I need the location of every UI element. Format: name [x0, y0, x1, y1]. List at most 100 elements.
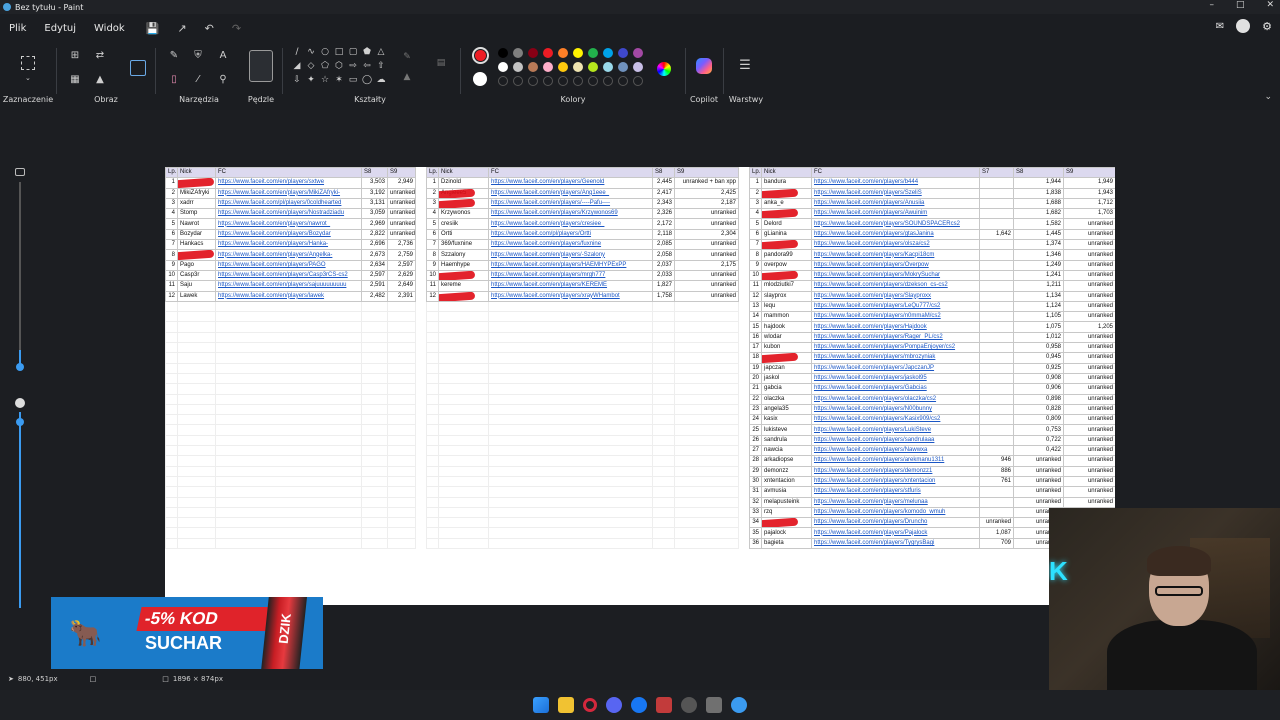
custom-color-slot[interactable] — [498, 76, 508, 86]
cell-fc[interactable]: https://www.faceit.com/en/players/n0mmaM… — [811, 311, 980, 323]
cell-fc[interactable]: https://www.faceit.com/en/players/Nawwxa — [811, 445, 980, 457]
cell-fc[interactable]: https://www.faceit.com/en/players/xntent… — [811, 475, 980, 488]
color-swatch[interactable] — [603, 62, 613, 72]
cell-fc[interactable]: https://www.faceit.com/en/players/N00bun… — [811, 403, 980, 416]
settings-gear-icon[interactable]: ⚙ — [1262, 20, 1272, 33]
cell-fc[interactable]: https://www.faceit.com/en/players/Nostra… — [215, 208, 362, 220]
color-swatch[interactable] — [573, 48, 583, 58]
cell-fc[interactable]: https://www.faceit.com/en/players/komodo… — [811, 506, 980, 519]
cell-fc[interactable]: https://www.faceit.com/en/players/Rager_… — [811, 331, 980, 344]
cell-fc[interactable]: https://www.faceit.com/en/players/Krzywo… — [488, 208, 653, 220]
cell-fc[interactable]: https://www.faceit.com/en/players/SzeliS — [811, 187, 980, 199]
cell-fc[interactable]: https://www.faceit.com/en/players/b444 — [811, 177, 980, 189]
save-icon[interactable]: 💾 — [140, 22, 166, 35]
callout-cloud-shape-icon[interactable]: ☁ — [376, 75, 386, 85]
menu-file[interactable]: Plik — [0, 23, 35, 34]
curve-shape-icon[interactable]: ∿ — [306, 47, 316, 57]
facebook-icon[interactable] — [631, 697, 647, 713]
custom-color-slot[interactable] — [633, 76, 643, 86]
secondary-color-swatch[interactable] — [473, 72, 487, 86]
cell-fc[interactable]: https://www.faceit.com/en/players/Anusii… — [811, 197, 980, 210]
color-swatch[interactable] — [513, 48, 523, 58]
opera-icon[interactable] — [583, 698, 597, 712]
text-icon[interactable]: A — [217, 50, 229, 62]
pentagon-shape-icon[interactable]: ⬠ — [320, 61, 330, 71]
cell-fc[interactable]: https://www.faceit.com/en/players/Gabcia… — [811, 383, 980, 395]
brush-icon[interactable] — [249, 50, 273, 82]
copilot-icon[interactable] — [696, 58, 712, 74]
color-swatch[interactable] — [618, 48, 628, 58]
custom-color-slot[interactable] — [588, 76, 598, 86]
file-explorer-icon[interactable] — [558, 697, 574, 713]
discord-icon[interactable] — [606, 697, 622, 713]
callout-oval-shape-icon[interactable]: ◯ — [362, 75, 372, 85]
rectangle-shape-icon[interactable]: □ — [334, 47, 344, 57]
opacity-slider-thumb[interactable] — [16, 418, 24, 426]
color-picker-icon[interactable]: ⁄ — [192, 74, 204, 86]
color-swatch[interactable] — [513, 62, 523, 72]
magnifier-icon[interactable]: ⚲ — [217, 74, 229, 86]
custom-color-slot[interactable] — [513, 76, 523, 86]
color-swatch[interactable] — [543, 48, 553, 58]
size-slider-track[interactable] — [19, 182, 21, 368]
star6-shape-icon[interactable]: ✶ — [334, 75, 344, 85]
color-swatch[interactable] — [528, 48, 538, 58]
rotate-icon[interactable]: ▲ — [94, 74, 106, 86]
opacity-slider-track[interactable] — [19, 412, 21, 608]
cell-fc[interactable]: https://www.faceit.com/en/players/Ang1ee… — [488, 187, 653, 199]
cell-fc[interactable]: https://www.faceit.com/en/players/dzekso… — [811, 280, 980, 292]
color-swatch[interactable] — [603, 48, 613, 58]
triangle-shape-icon[interactable]: △ — [376, 47, 386, 57]
redo-icon[interactable]: ↷ — [226, 22, 247, 35]
arrow-left-shape-icon[interactable]: ⇦ — [362, 61, 372, 71]
cell-fc[interactable]: https://www.faceit.com/en/players/LeQu77… — [811, 300, 980, 313]
feedback-icon[interactable]: ✉ — [1216, 21, 1224, 32]
diamond-shape-icon[interactable]: ◇ — [306, 61, 316, 71]
edit-colors-icon[interactable] — [657, 62, 671, 76]
oval-shape-icon[interactable]: ○ — [320, 47, 330, 57]
maximize-icon[interactable]: □ — [1236, 0, 1245, 10]
color-swatch[interactable] — [558, 48, 568, 58]
cell-fc[interactable]: https://www.faceit.com/en/players/Casp3r… — [215, 269, 362, 282]
color-swatch[interactable] — [618, 62, 628, 72]
obs-icon[interactable] — [681, 697, 697, 713]
cell-fc[interactable]: https://www.faceit.com/en/players/cresie… — [488, 218, 653, 230]
cell-fc[interactable]: https://www.faceit.com/en/players/arekma… — [811, 455, 980, 467]
pencil-icon[interactable]: ✎ — [168, 50, 180, 62]
color-swatch[interactable] — [528, 62, 538, 72]
cell-fc[interactable]: https://www.faceit.com/en/players/Overpo… — [811, 259, 980, 271]
layers-icon[interactable]: ☰ — [739, 59, 751, 72]
star5-shape-icon[interactable]: ☆ — [320, 75, 330, 85]
paint-taskbar-icon[interactable] — [731, 697, 747, 713]
menu-view[interactable]: Widok — [85, 23, 134, 34]
cell-fc[interactable]: https://www.faceit.com/en/players/sandru… — [811, 434, 980, 447]
size-slider-thumb[interactable] — [16, 363, 24, 371]
fill-bucket-icon[interactable]: ⛨ — [192, 50, 204, 62]
color-swatch[interactable] — [558, 62, 568, 72]
star4-shape-icon[interactable]: ✦ — [306, 75, 316, 85]
shield-icon[interactable] — [656, 697, 672, 713]
cell-fc[interactable]: https://www.faceit.com/en/players/PompaE… — [811, 342, 980, 354]
right-triangle-shape-icon[interactable]: ◢ — [292, 61, 302, 71]
custom-color-slot[interactable] — [558, 76, 568, 86]
cell-fc[interactable]: https://www.faceit.com/en/players/olaczk… — [811, 393, 980, 405]
cell-fc[interactable]: https://www.faceit.com/en/players/Pajalo… — [811, 527, 980, 539]
resize-icon[interactable]: ⇄ — [94, 50, 106, 62]
color-swatch[interactable] — [573, 62, 583, 72]
custom-color-slot[interactable] — [528, 76, 538, 86]
menu-edit[interactable]: Edytuj — [35, 23, 85, 34]
arrow-down-shape-icon[interactable]: ⇩ — [292, 75, 302, 85]
cell-fc[interactable]: https://www.faceit.com/en/players/Drunch… — [811, 517, 980, 529]
cell-fc[interactable]: https://www.faceit.com/en/players/Japcza… — [811, 362, 980, 374]
cell-fc[interactable]: https://www.faceit.com/en/players/jaskol… — [811, 372, 980, 385]
cell-fc[interactable]: https://www.faceit.com/en/players/mrgh77… — [488, 269, 653, 282]
cell-fc[interactable]: https://www.faceit.com/pl/players/Ortti — [488, 228, 653, 241]
cell-fc[interactable]: https://www.faceit.com/en/players/olsza/… — [811, 239, 980, 251]
chevron-down-icon[interactable]: ⌄ — [25, 74, 31, 82]
brush-size-slider[interactable] — [11, 160, 29, 610]
color-swatch[interactable] — [588, 62, 598, 72]
taskmanager-icon[interactable] — [706, 697, 722, 713]
color-swatch[interactable] — [498, 62, 508, 72]
polygon-shape-icon[interactable]: ⬟ — [362, 47, 372, 57]
color-swatch[interactable] — [633, 48, 643, 58]
